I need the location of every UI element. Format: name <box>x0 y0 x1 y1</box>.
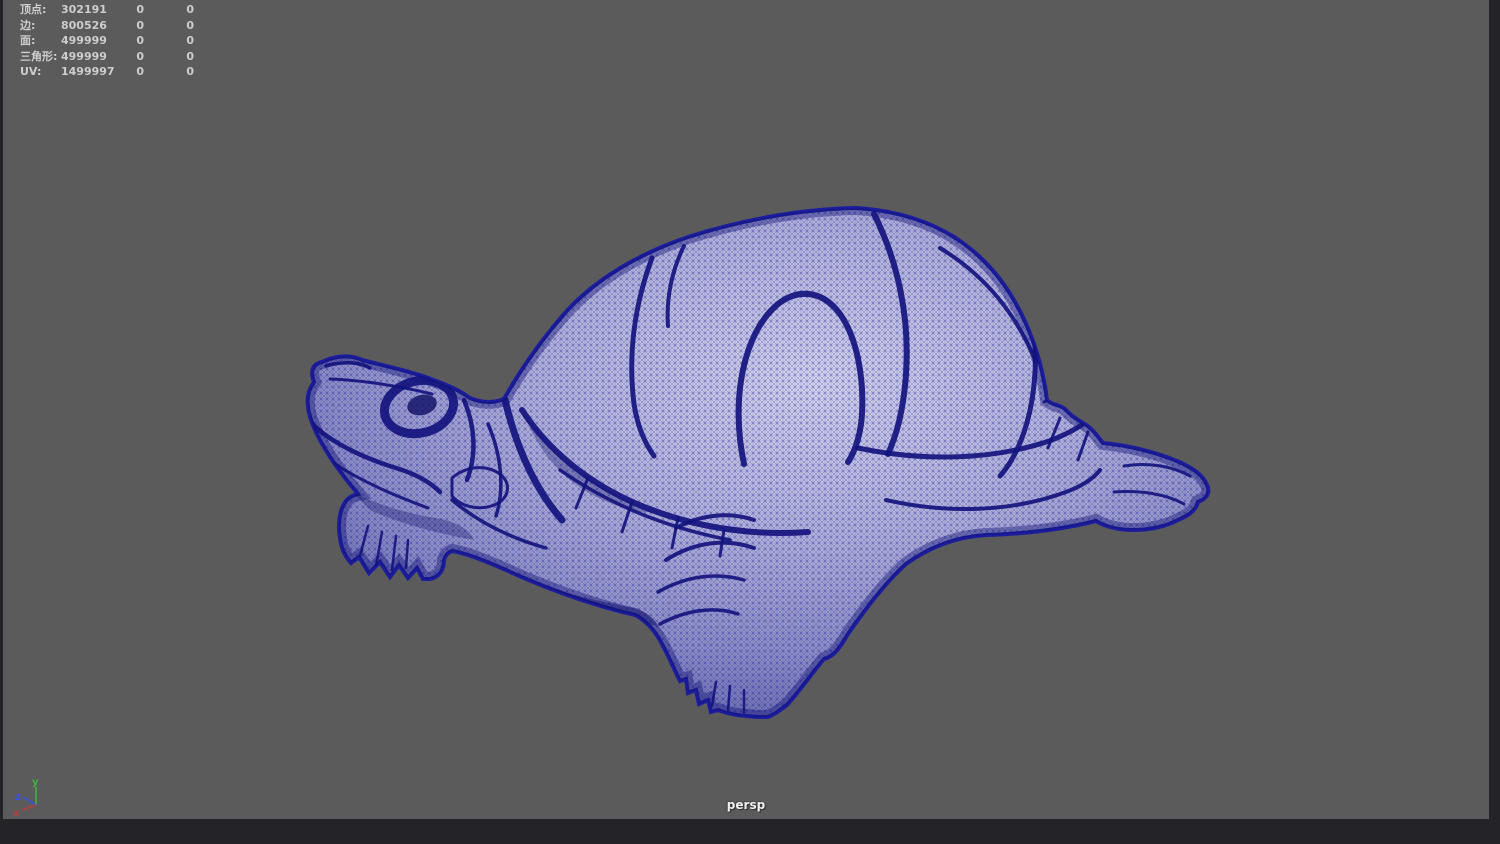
hud-row-edges: 边: 800526 0 0 <box>3 18 194 34</box>
hud-value: 1499997 <box>61 65 115 78</box>
hud-col2: 0 <box>136 65 144 78</box>
hud-col2: 0 <box>136 3 144 16</box>
camera-name-label: persp <box>726 798 766 812</box>
hud-label: 三角形: <box>20 49 58 63</box>
hud-value: 800526 <box>61 18 107 32</box>
hud-value: 499999 <box>61 34 107 47</box>
hud-col2: 0 <box>136 49 144 63</box>
polycount-hud: 顶点: 302191 0 0 边: 800526 0 0 面: 499999 0 0 三角形: 49… <box>3 2 194 80</box>
hud-col3: 0 <box>186 18 194 32</box>
turtle-wireframe[interactable] <box>305 206 1211 719</box>
hud-col3: 0 <box>186 65 194 78</box>
hud-row-uv: UV: 1499997 0 0 <box>3 64 194 80</box>
hud-row-vertices: 顶点: 302191 0 0 <box>3 2 194 18</box>
application-window: 顶点: 302191 0 0 边: 800526 0 0 面: 499999 0 0 三角形: 49… <box>0 0 1500 844</box>
hud-label: 顶点: <box>20 3 47 16</box>
hud-value: 302191 <box>61 3 107 16</box>
hud-row-faces: 面: 499999 0 0 <box>3 33 194 49</box>
viewport-3d[interactable]: 顶点: 302191 0 0 边: 800526 0 0 面: 499999 0 0 三角形: 49… <box>3 0 1489 819</box>
hud-col2: 0 <box>136 34 144 47</box>
hud-col3: 0 <box>186 3 194 16</box>
hud-label: UV: <box>20 65 42 78</box>
hud-label: 边: <box>20 18 36 32</box>
hud-col3: 0 <box>186 49 194 63</box>
hud-row-triangles: 三角形: 499999 0 0 <box>3 49 194 65</box>
hud-col2: 0 <box>136 18 144 32</box>
axis-y-label: y <box>32 777 39 788</box>
turtle-model[interactable] <box>3 0 1489 819</box>
hud-label: 面: <box>20 34 36 47</box>
hud-value: 499999 <box>61 49 107 63</box>
hud-col3: 0 <box>186 34 194 47</box>
